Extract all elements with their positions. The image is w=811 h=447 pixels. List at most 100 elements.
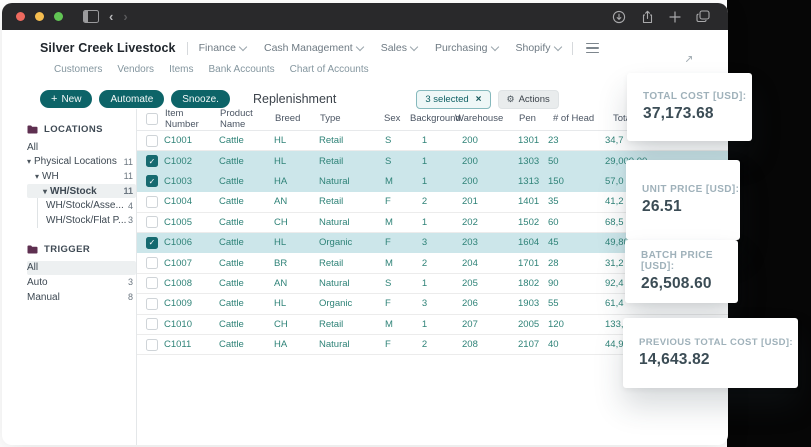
trigger-manual[interactable]: Manual8 bbox=[27, 290, 136, 305]
new-tab-icon[interactable] bbox=[669, 11, 681, 23]
actions-button[interactable]: ⚙ Actions bbox=[498, 90, 559, 109]
row-checkbox[interactable] bbox=[146, 216, 158, 228]
zoom-window-button[interactable] bbox=[54, 12, 63, 21]
cell-item-number: C1010 bbox=[164, 319, 219, 330]
back-button[interactable]: ‹ bbox=[109, 10, 113, 23]
share-icon[interactable] bbox=[641, 10, 654, 24]
cell-warehouse: 200 bbox=[454, 156, 518, 167]
cell-breed: BR bbox=[274, 258, 319, 269]
previous-total-cost-value: 14,643.82 bbox=[639, 351, 798, 369]
cell-type: Retail bbox=[319, 196, 382, 207]
expand-icon[interactable] bbox=[684, 54, 694, 64]
cell-breed: HL bbox=[274, 237, 319, 248]
cell-breed: CH bbox=[274, 217, 319, 228]
cell-type: Natural bbox=[319, 217, 382, 228]
subnav-item-bank-accounts[interactable]: Bank Accounts bbox=[209, 64, 275, 75]
cell-type: Natural bbox=[319, 339, 382, 350]
column-header-pen[interactable]: Pen bbox=[518, 113, 548, 124]
column-header-product-name[interactable]: Product Name bbox=[219, 108, 274, 130]
column-header-breed[interactable]: Breed bbox=[274, 113, 319, 124]
cell-background: 3 bbox=[409, 237, 454, 248]
cell-item-number: C1003 bbox=[164, 176, 219, 187]
page-title: Replenishment bbox=[253, 92, 336, 106]
row-checkbox[interactable] bbox=[146, 339, 158, 351]
unit-price-label: UNIT PRICE [USD]: bbox=[642, 184, 740, 195]
cell-item-number: C1007 bbox=[164, 258, 219, 269]
subnav-item-chart-of-accounts[interactable]: Chart of Accounts bbox=[290, 64, 369, 75]
row-checkbox[interactable]: ✓ bbox=[146, 155, 158, 167]
main-nav: Finance Cash Management Sales Purchasing Sho… bbox=[199, 42, 561, 54]
cell-head: 35 bbox=[548, 196, 605, 207]
select-all-checkbox[interactable] bbox=[146, 113, 158, 125]
batch-price-label: BATCH PRICE [USD]: bbox=[641, 250, 738, 272]
tab-overview-icon[interactable] bbox=[696, 10, 710, 23]
row-checkbox[interactable] bbox=[146, 318, 158, 330]
location-wh-stock-flat-p-[interactable]: WH/Stock/Flat P...3 bbox=[38, 213, 136, 228]
column-header-item-number[interactable]: Item Number bbox=[164, 108, 219, 130]
row-checkbox[interactable] bbox=[146, 298, 158, 310]
row-checkbox[interactable] bbox=[146, 135, 158, 147]
cell-product-name: Cattle bbox=[219, 258, 274, 269]
location-all[interactable]: All bbox=[27, 140, 136, 155]
menu-icon[interactable] bbox=[586, 43, 599, 53]
cell-item-number: C1002 bbox=[164, 156, 219, 167]
unit-price-card: UNIT PRICE [USD]: 26.51 bbox=[626, 160, 740, 240]
sidebar-item-label: Auto bbox=[27, 277, 48, 288]
row-checkbox[interactable] bbox=[146, 196, 158, 208]
item-count: 3 bbox=[128, 215, 133, 225]
locations-items: All▾Physical Locations11▾WH11▾WH/Stock11… bbox=[27, 140, 136, 228]
cell-product-name: Cattle bbox=[219, 196, 274, 207]
subnav-item-vendors[interactable]: Vendors bbox=[117, 64, 154, 75]
location-physical-locations[interactable]: ▾Physical Locations11 bbox=[27, 155, 136, 170]
cell-head: 60 bbox=[548, 217, 605, 228]
nav-item-sales[interactable]: Sales bbox=[381, 42, 417, 54]
nav-item-shopify[interactable]: Shopify bbox=[516, 42, 561, 54]
plus-icon: + bbox=[51, 93, 57, 105]
cell-pen: 1604 bbox=[518, 237, 548, 248]
nav-item-finance[interactable]: Finance bbox=[199, 42, 246, 54]
column-header--of-head[interactable]: # of Head bbox=[548, 113, 605, 124]
row-checkbox[interactable] bbox=[146, 257, 158, 269]
download-icon[interactable] bbox=[612, 10, 626, 24]
location-wh-stock[interactable]: ▾WH/Stock11 bbox=[27, 184, 136, 199]
subnav-item-items[interactable]: Items bbox=[169, 64, 193, 75]
cell-background: 2 bbox=[409, 339, 454, 350]
new-button[interactable]: +New bbox=[40, 90, 92, 108]
nav-item-purchasing[interactable]: Purchasing bbox=[435, 42, 498, 54]
cell-pen: 1301 bbox=[518, 135, 548, 146]
cell-breed: AN bbox=[274, 278, 319, 289]
trigger-all[interactable]: All bbox=[27, 261, 136, 276]
sidebar: LOCATIONSAll▾Physical Locations11▾WH11▾W… bbox=[2, 107, 136, 445]
cell-warehouse: 205 bbox=[454, 278, 518, 289]
forward-button[interactable]: › bbox=[123, 10, 127, 23]
clear-selection-icon[interactable]: × bbox=[476, 94, 482, 105]
column-header-background[interactable]: Background bbox=[409, 113, 454, 124]
row-checkbox[interactable] bbox=[146, 277, 158, 289]
location-wh[interactable]: ▾WH11 bbox=[27, 169, 136, 184]
sidebar-toggle-icon[interactable] bbox=[83, 10, 99, 23]
sidebar-item-label: All bbox=[27, 262, 38, 273]
column-header-warehouse[interactable]: Warehouse bbox=[454, 113, 518, 124]
selection-badge[interactable]: 3 selected × bbox=[416, 90, 490, 109]
automate-button[interactable]: Automate bbox=[99, 90, 164, 108]
chevron-down-icon bbox=[410, 42, 418, 50]
location-wh-stock-asse-[interactable]: WH/Stock/Asse...4 bbox=[38, 198, 136, 213]
row-checkbox[interactable]: ✓ bbox=[146, 237, 158, 249]
close-window-button[interactable] bbox=[16, 12, 25, 21]
cell-breed: HL bbox=[274, 298, 319, 309]
cell-background: 3 bbox=[409, 298, 454, 309]
minimize-window-button[interactable] bbox=[35, 12, 44, 21]
subnav-item-customers[interactable]: Customers bbox=[54, 64, 102, 75]
snooze-button[interactable]: Snooze. bbox=[171, 90, 230, 108]
row-checkbox[interactable]: ✓ bbox=[146, 175, 158, 187]
trigger-auto[interactable]: Auto3 bbox=[27, 275, 136, 290]
cell-product-name: Cattle bbox=[219, 319, 274, 330]
column-header-sex[interactable]: Sex bbox=[382, 113, 409, 124]
sidebar-item-label: WH/Stock bbox=[50, 186, 97, 197]
cell-breed: HA bbox=[274, 339, 319, 350]
nav-item-cash-management[interactable]: Cash Management bbox=[264, 42, 363, 54]
total-cost-label: TOTAL COST [USD]: bbox=[643, 91, 752, 102]
cell-type: Retail bbox=[319, 258, 382, 269]
column-header-type[interactable]: Type bbox=[319, 113, 382, 124]
cell-background: 1 bbox=[409, 278, 454, 289]
